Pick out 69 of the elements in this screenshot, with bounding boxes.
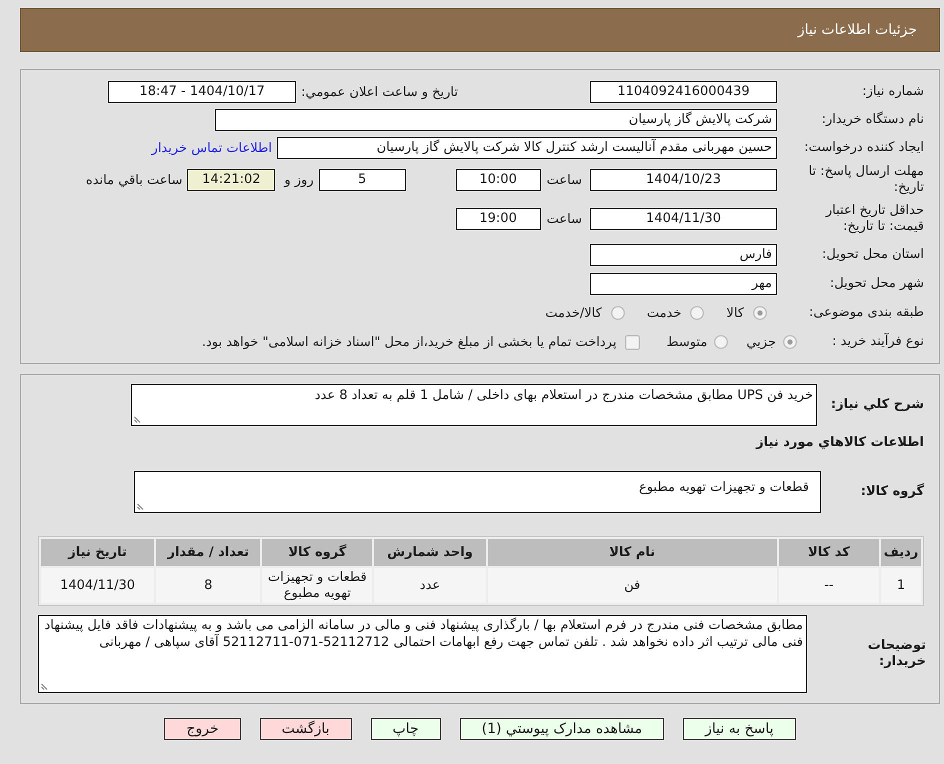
field-label: نام دستگاه خریدار:	[822, 112, 924, 127]
deadline-time-field[interactable]: 10:00	[456, 169, 541, 191]
field-label: توضیحات خریدار:	[868, 638, 926, 669]
resize-grip-icon	[137, 503, 144, 510]
column-header: نام کالا	[488, 539, 777, 566]
radio-label: متوسط	[666, 334, 708, 350]
field-label: نوع فرآیند خرید :	[832, 334, 924, 349]
contact-info-link[interactable]: اطلاعات تماس خریدار	[152, 140, 272, 156]
radio-label: جزيي	[746, 334, 776, 350]
field-label: ایجاد کننده درخواست:	[804, 140, 924, 155]
field-label: شماره نیاز:	[862, 84, 924, 99]
column-header: تعداد / مقدار	[156, 539, 260, 566]
field-label: شرح کلي نیاز:	[830, 397, 924, 412]
exit-button[interactable]: خروج	[164, 718, 241, 740]
validity-date-field[interactable]: 1404/11/30	[590, 208, 777, 230]
column-header: کد کالا	[778, 539, 879, 566]
field-label: مهلت ارسال پاسخ: تا تاریخ:	[808, 164, 924, 195]
need-number-field[interactable]: 1104092416000439	[590, 81, 777, 103]
resize-grip-icon	[41, 683, 48, 690]
resize-grip-icon	[134, 416, 141, 423]
field-label: ساعت باقي مانده	[86, 172, 182, 188]
field-label: طبقه بندی موضوعی:	[808, 305, 924, 320]
city-field[interactable]: مهر	[590, 273, 777, 295]
reply-button[interactable]: پاسخ به نیاز	[683, 718, 796, 740]
radio-label: کالا/خدمت	[545, 306, 602, 320]
announcement-date-field[interactable]: 1404/10/17 - 18:47	[108, 81, 296, 103]
section-heading: اطلاعات کالاهاي مورد نیاز	[756, 435, 924, 450]
validity-time-field[interactable]: 19:00	[456, 208, 541, 230]
table-cell: --	[778, 568, 879, 603]
field-label: ساعت	[546, 172, 582, 188]
checkbox[interactable]	[625, 334, 640, 350]
column-header: واحد شمارش	[374, 539, 486, 566]
goods-group-field[interactable]: قطعات و تجهیزات تهویه مطبوع	[134, 471, 821, 513]
checkbox-label: پرداخت تمام یا بخشی از مبلغ خرید،از محل "اسناد خزانه اسلامی" خواهد بود.	[202, 334, 616, 350]
table-cell: قطعات و تجهیزات تهویه مطبوع	[262, 568, 372, 603]
radio-button[interactable]	[610, 306, 625, 320]
table-cell: فن	[488, 568, 777, 603]
summary-field[interactable]: خرید فن UPS مطابق مشخصات مندرج در استعلام بهای داخلی / شامل 1 قلم به تعداد 8 عدد	[131, 384, 817, 426]
radio-label: خدمت	[646, 306, 682, 320]
time-left-field[interactable]: 14:21:02	[187, 169, 276, 191]
table-cell: 1	[880, 568, 921, 603]
column-header: تاریخ نیاز	[41, 539, 154, 566]
radio-button[interactable]	[714, 335, 728, 349]
buyer-name-field[interactable]: شرکت پالایش گاز پارسیان	[215, 109, 777, 131]
notes-field[interactable]: مطابق مشخصات فنی مندرج در فرم استعلام بها / بارگذاری پیشنهاد فنی و مالی در سامانه الزامی می باشد و به پیشنهادات فاقد فایل پیشنهاد فنی مالی ترتیب اثر داده نخواهد شد . تلفن تماس جهت رفع ابهامات احتمالی 52112712-071-52112711 آقای سپاهی / مهربانی	[38, 615, 807, 693]
radio-button[interactable]	[690, 306, 704, 320]
field-label: روز و	[284, 172, 314, 188]
field-label: تاریخ و ساعت اعلان عمومي:	[301, 84, 458, 100]
province-field[interactable]: فارس	[590, 244, 777, 266]
field-label: استان محل تحویل:	[822, 247, 924, 262]
radio-label: کالا	[726, 306, 744, 320]
back-button[interactable]: بازگشت	[260, 718, 352, 740]
column-header: گروه کالا	[262, 539, 372, 566]
page-title: جزئیات اطلاعات نیاز	[798, 22, 917, 38]
radio-button[interactable]	[753, 306, 767, 320]
print-button[interactable]: چاپ	[370, 718, 441, 740]
table-cell: عدد	[374, 568, 486, 603]
days-left-field[interactable]: 5	[318, 169, 406, 191]
field-label: ساعت	[546, 212, 582, 226]
field-label: شهر محل تحویل:	[830, 276, 924, 291]
requester-field[interactable]: حسین مهربانی مقدم آنالیست ارشد کنترل کالا شرکت پالایش گاز پارسیان	[277, 137, 777, 159]
deadline-date-field[interactable]: 1404/10/23	[590, 169, 777, 191]
table-cell: 8	[156, 568, 260, 603]
field-label: حداقل تاریخ اعتبار قیمت: تا تاریخ:	[826, 203, 924, 234]
table-cell: 1404/11/30	[41, 568, 154, 603]
attachments-button[interactable]: مشاهده مدارک پیوستي (1)	[460, 718, 664, 740]
radio-button[interactable]	[783, 335, 797, 349]
field-label: گروه کالا:	[860, 484, 924, 499]
column-header: ردیف	[880, 539, 921, 566]
